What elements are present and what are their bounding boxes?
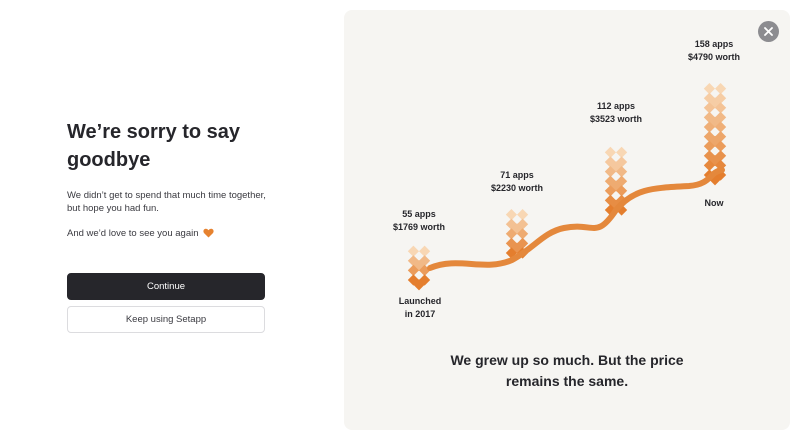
love-text-label: And we’d love to see you again [67,228,199,239]
stack-3-diamond [616,146,628,158]
continue-button[interactable]: Continue [67,273,265,300]
love-text: And we’d love to see you again [67,227,272,242]
growth-panel: 55 apps $1769 worth 71 apps $2230 worth … [344,10,790,430]
milestone-label-3: 112 apps $3523 worth [589,101,643,124]
stack-4-diamond [703,83,715,95]
stack-1-diamond [407,245,419,257]
heart-icon [203,228,214,242]
stack-3-diamond [604,146,616,158]
launched-label: Launched in 2017 [398,296,442,319]
page-title: We’re sorry to say goodbye [67,121,241,171]
description-text: We didn’t get to spend that much time to… [67,190,266,214]
close-button[interactable] [758,21,779,42]
stack-2-diamond [505,209,517,221]
milestone-label-1: 55 apps $1769 worth [392,209,446,232]
stack-4-diamond [715,83,727,95]
close-icon [764,27,773,36]
milestone-label-4: 158 apps $4790 worth [687,39,741,62]
keep-using-setapp-button[interactable]: Keep using Setapp [67,306,265,333]
now-label: Now [704,198,724,208]
milestone-label-2: 71 apps $2230 worth [490,170,544,193]
footer-message: We grew up so much. But the price remain… [450,352,684,389]
stack-1-diamond [419,245,431,257]
stack-2-diamond [517,209,529,221]
